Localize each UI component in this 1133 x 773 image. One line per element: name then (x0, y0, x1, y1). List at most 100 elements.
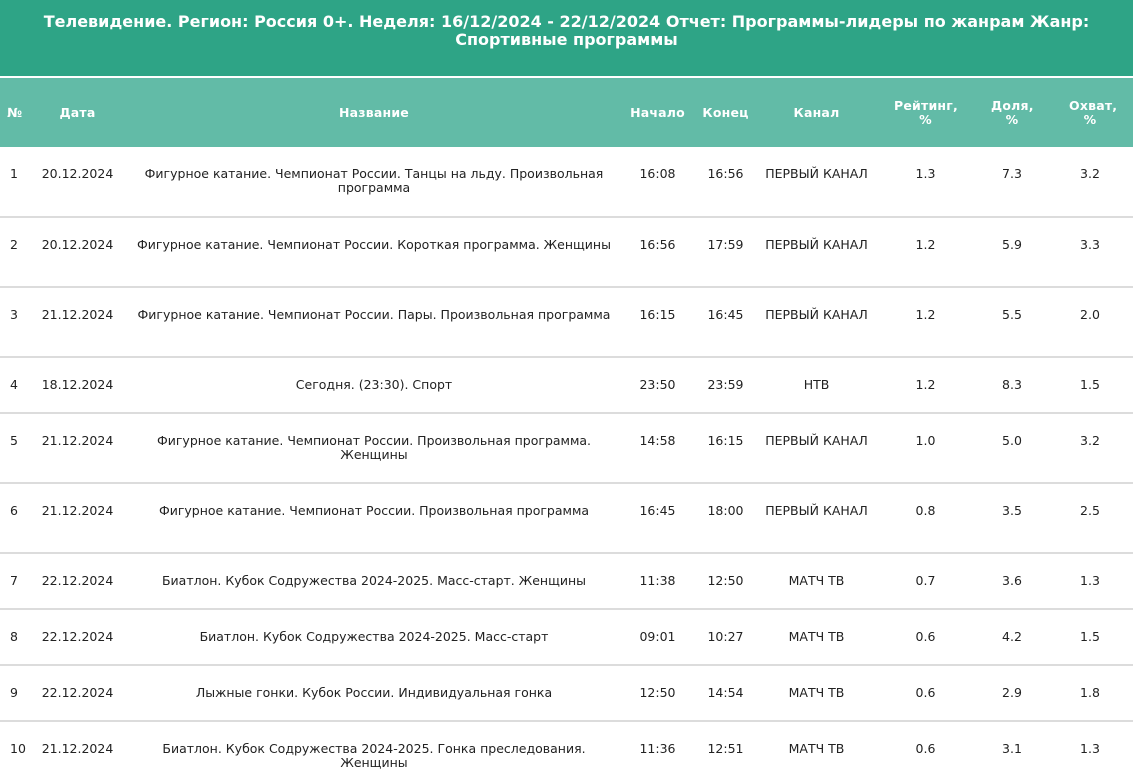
cell-date: 21.12.2024 (41, 307, 114, 322)
table-row: 8 22.12.2024 Биатлон. Кубок Содружества 20… (0, 609, 1133, 665)
column-header-share[interactable]: Доля, % (977, 78, 1047, 147)
cell-name: Биатлон. Кубок Содружества 2024-2025. Ма… (161, 573, 587, 588)
cell-num: 6 (10, 503, 18, 518)
column-header-name[interactable]: Название (125, 78, 623, 147)
cell-date: 22.12.2024 (41, 629, 114, 644)
cell-name: Биатлон. Кубок Содружества 2024-2025. Ма… (199, 629, 549, 644)
cell-date: 18.12.2024 (41, 377, 114, 392)
cell-rating: 0.7 (915, 573, 936, 588)
cell-reach: 1.8 (1080, 685, 1100, 700)
cell-num: 5 (10, 433, 18, 448)
cell-name: Фигурное катание. Чемпионат России. Прои… (158, 503, 590, 518)
column-header-reach[interactable]: Охват, % (1047, 78, 1133, 147)
cell-share: 3.5 (1002, 503, 1022, 518)
cell-name: Лыжные гонки. Кубок России. Индивидуальн… (195, 685, 553, 700)
cell-date: 21.12.2024 (41, 503, 114, 518)
column-header-start[interactable]: Начало (623, 78, 692, 147)
column-header-date[interactable]: Дата (30, 78, 125, 147)
cell-rating: 0.6 (915, 685, 936, 700)
cell-start: 14:58 (639, 433, 676, 448)
leaders-table: № Дата Название Начало Конец Канал Рейти… (0, 78, 1133, 773)
cell-share: 3.6 (1002, 573, 1022, 588)
column-header-rating[interactable]: Рейтинг, % (874, 78, 977, 147)
cell-share: 4.2 (1002, 629, 1022, 644)
cell-num: 1 (10, 166, 18, 181)
cell-name: Фигурное катание. Чемпионат России. Коро… (137, 237, 611, 252)
cell-end: 16:45 (707, 307, 744, 322)
cell-reach: 1.5 (1080, 377, 1100, 392)
cell-date: 22.12.2024 (41, 685, 114, 700)
cell-num: 4 (10, 377, 18, 392)
cell-rating: 0.8 (915, 503, 936, 518)
cell-start: 16:45 (639, 503, 676, 518)
cell-rating: 1.3 (915, 166, 936, 181)
cell-reach: 3.3 (1080, 237, 1100, 252)
cell-channel: ПЕРВЫЙ КАНАЛ (765, 237, 868, 252)
cell-start: 11:38 (639, 573, 676, 588)
table-row: 6 21.12.2024 Фигурное катание. Чемпионат Р… (0, 483, 1133, 553)
cell-start: 16:56 (639, 237, 676, 252)
table-row: 7 22.12.2024 Биатлон. Кубок Содружества 20… (0, 553, 1133, 609)
cell-end: 16:56 (707, 166, 744, 181)
cell-end: 10:27 (707, 629, 744, 644)
cell-channel: МАТЧ ТВ (788, 741, 845, 756)
cell-name: Фигурное катание. Чемпионат России. Прои… (156, 433, 592, 462)
cell-rating: 0.6 (915, 629, 936, 644)
cell-start: 16:08 (639, 166, 676, 181)
cell-date: 21.12.2024 (41, 433, 114, 448)
cell-reach: 3.2 (1080, 433, 1100, 448)
table-row: 9 22.12.2024 Лыжные гонки. Кубок России. И… (0, 665, 1133, 721)
cell-num: 9 (10, 685, 18, 700)
cell-date: 21.12.2024 (41, 741, 114, 756)
table-header-row: № Дата Название Начало Конец Канал Рейти… (0, 78, 1133, 147)
cell-name: Фигурное катание. Чемпионат России. Пары… (137, 307, 611, 322)
table-body: 1 20.12.2024 Фигурное катание. Чемпионат Р… (0, 147, 1133, 773)
table-row: 2 20.12.2024 Фигурное катание. Чемпионат Р… (0, 217, 1133, 287)
cell-end: 18:00 (707, 503, 744, 518)
cell-num: 3 (10, 307, 18, 322)
cell-channel: ПЕРВЫЙ КАНАЛ (765, 307, 868, 322)
cell-end: 16:15 (707, 433, 744, 448)
cell-share: 5.0 (1002, 433, 1022, 448)
cell-reach: 1.3 (1080, 741, 1100, 756)
cell-share: 8.3 (1002, 377, 1022, 392)
cell-reach: 1.5 (1080, 629, 1100, 644)
table-row: 4 18.12.2024 Сегодня. (23:30). Спорт 23:50 2… (0, 357, 1133, 413)
cell-date: 20.12.2024 (41, 166, 114, 181)
cell-date: 20.12.2024 (41, 237, 114, 252)
cell-end: 14:54 (707, 685, 744, 700)
cell-reach: 2.0 (1080, 307, 1100, 322)
cell-share: 3.1 (1002, 741, 1022, 756)
cell-channel: ПЕРВЫЙ КАНАЛ (765, 503, 868, 518)
cell-rating: 0.6 (915, 741, 936, 756)
cell-name: Сегодня. (23:30). Спорт (295, 377, 453, 392)
cell-num: 8 (10, 629, 18, 644)
cell-start: 16:15 (639, 307, 676, 322)
cell-rating: 1.2 (915, 237, 936, 252)
cell-start: 23:50 (639, 377, 676, 392)
cell-start: 09:01 (639, 629, 676, 644)
cell-rating: 1.2 (915, 377, 936, 392)
cell-share: 7.3 (1002, 166, 1022, 181)
table-row: 3 21.12.2024 Фигурное катание. Чемпионат Р… (0, 287, 1133, 357)
cell-end: 17:59 (707, 237, 744, 252)
cell-share: 2.9 (1002, 685, 1022, 700)
cell-reach: 1.3 (1080, 573, 1100, 588)
cell-end: 12:51 (707, 741, 744, 756)
cell-reach: 2.5 (1080, 503, 1100, 518)
cell-name: Фигурное катание. Чемпионат России. Танц… (144, 166, 604, 195)
cell-rating: 1.0 (915, 433, 936, 448)
column-header-end[interactable]: Конец (692, 78, 759, 147)
cell-reach: 3.2 (1080, 166, 1100, 181)
cell-start: 11:36 (639, 741, 676, 756)
table-row: 1 20.12.2024 Фигурное катание. Чемпионат Р… (0, 147, 1133, 217)
cell-date: 22.12.2024 (41, 573, 114, 588)
cell-start: 12:50 (639, 685, 676, 700)
cell-channel: МАТЧ ТВ (788, 573, 845, 588)
cell-channel: ПЕРВЫЙ КАНАЛ (765, 166, 868, 181)
column-header-channel[interactable]: Канал (759, 78, 874, 147)
column-header-num[interactable]: № (0, 78, 30, 147)
cell-num: 10 (10, 741, 26, 756)
cell-channel: МАТЧ ТВ (788, 685, 845, 700)
table-row: 5 21.12.2024 Фигурное катание. Чемпионат Р… (0, 413, 1133, 483)
